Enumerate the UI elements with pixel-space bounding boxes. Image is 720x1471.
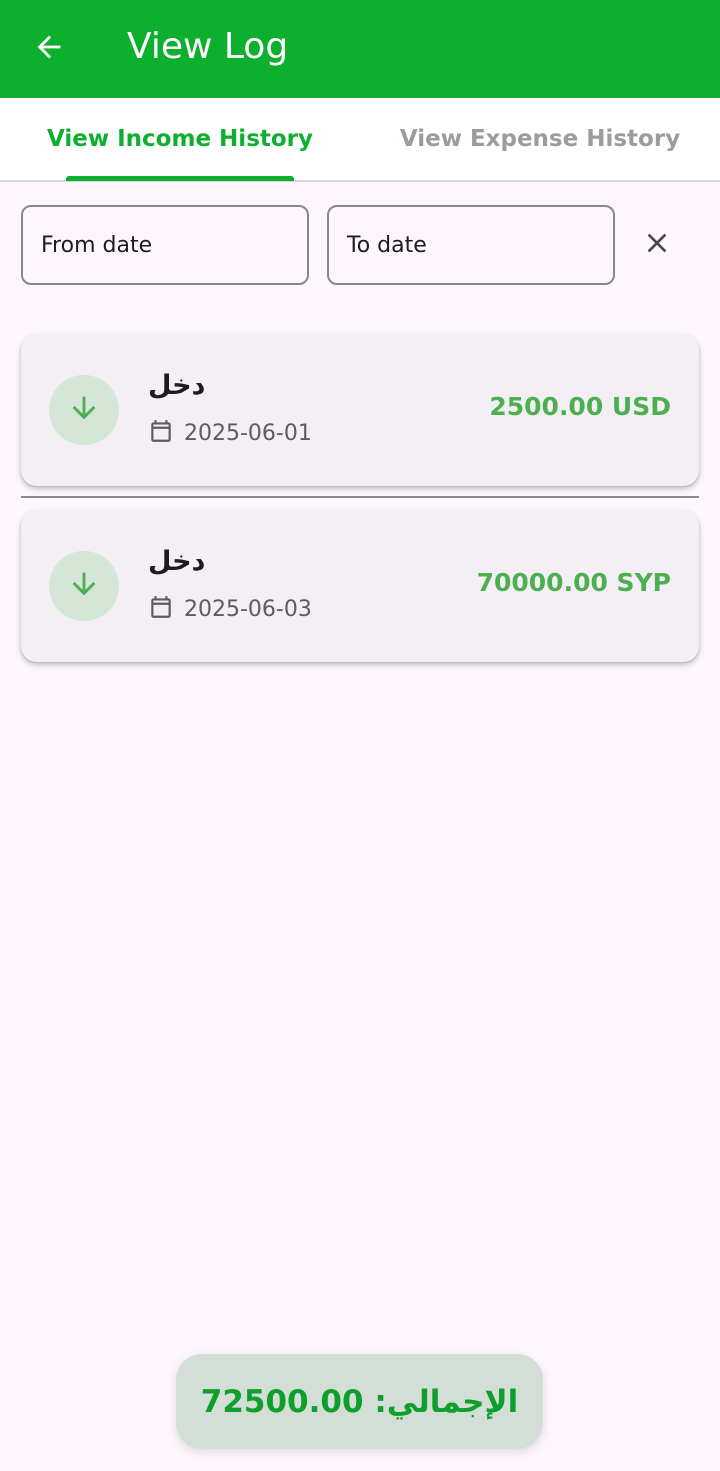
transaction-card[interactable]: دخل 2025-06-03 70000.00 SYP [21, 510, 699, 662]
app-bar: View Log [0, 0, 720, 98]
to-date-placeholder: To date [347, 232, 427, 258]
transaction-amount: 2500.00 USD [489, 392, 671, 421]
from-date-placeholder: From date [41, 232, 153, 258]
close-icon [641, 227, 673, 264]
transaction-card[interactable]: دخل 2025-06-01 2500.00 USD [21, 334, 699, 486]
arrow-down-icon [67, 567, 101, 606]
arrow-left-icon [32, 30, 66, 69]
transaction-date-row: 2025-06-01 [148, 418, 312, 449]
tab-income-history[interactable]: View Income History [0, 98, 360, 180]
transaction-title: دخل [148, 546, 206, 577]
tab-bar: View Income History View Expense History [0, 98, 720, 182]
tab-expense-history[interactable]: View Expense History [360, 98, 720, 180]
transaction-title: دخل [148, 370, 206, 401]
transaction-amount: 70000.00 SYP [476, 568, 671, 597]
tab-indicator [66, 176, 294, 181]
list-divider [21, 496, 699, 498]
transaction-date-row: 2025-06-03 [148, 594, 312, 625]
clear-filter-button[interactable] [632, 220, 682, 270]
transaction-date: 2025-06-03 [184, 597, 312, 622]
arrow-down-icon [67, 391, 101, 430]
income-icon-circle [49, 375, 119, 445]
back-button[interactable] [24, 24, 74, 74]
income-icon-circle [49, 551, 119, 621]
page-title: View Log [127, 26, 289, 67]
transaction-date: 2025-06-01 [184, 421, 312, 446]
total-badge: الإجمالي: 72500.00 [176, 1354, 543, 1449]
calendar-icon [148, 594, 174, 625]
calendar-icon [148, 418, 174, 449]
from-date-field[interactable]: From date [21, 205, 309, 285]
to-date-field[interactable]: To date [327, 205, 615, 285]
